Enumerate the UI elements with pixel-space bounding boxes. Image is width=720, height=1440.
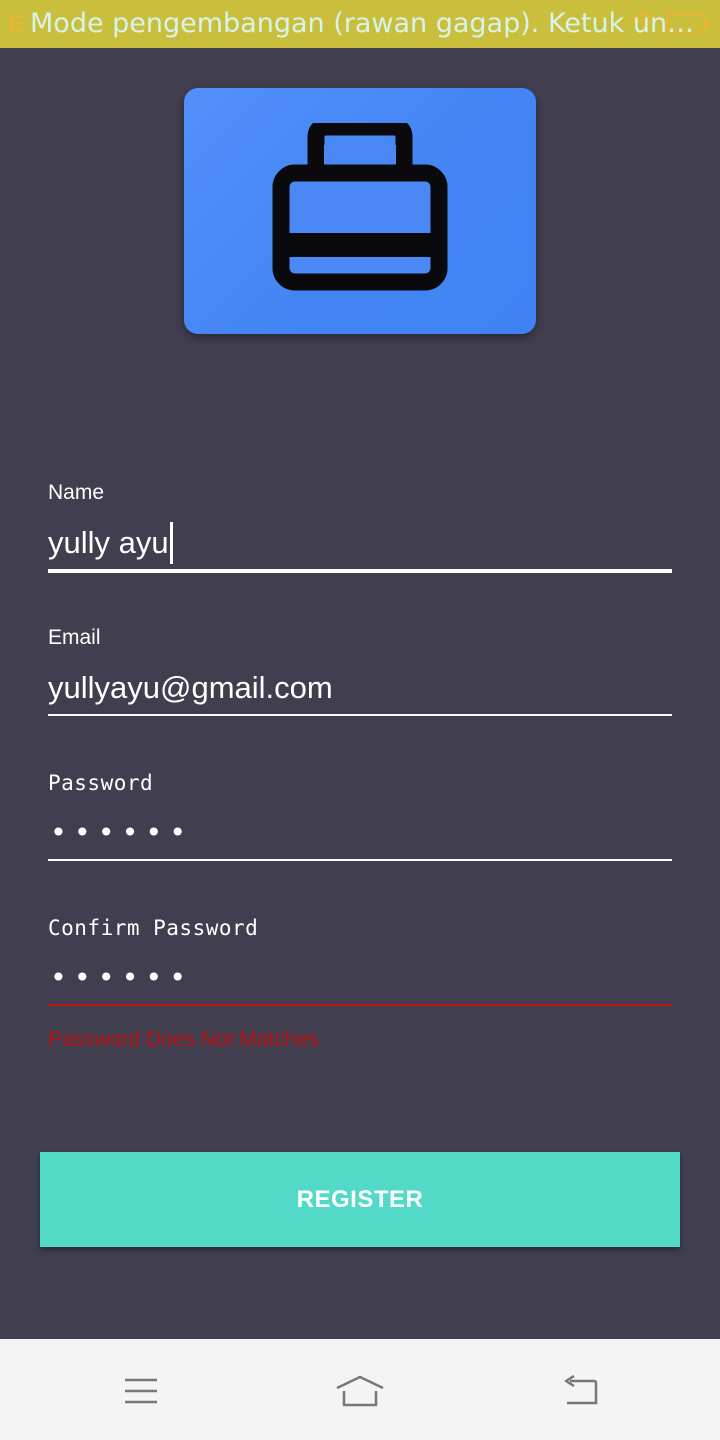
confirm-password-underline bbox=[48, 1004, 672, 1006]
menu-icon bbox=[125, 1378, 157, 1404]
briefcase-icon bbox=[272, 123, 448, 291]
back-icon bbox=[564, 1375, 598, 1405]
register-button[interactable]: REGISTER bbox=[40, 1152, 680, 1247]
register-screen: E Mode pengembangan (rawan gagap). Ketuk… bbox=[0, 0, 720, 1440]
name-underline bbox=[48, 569, 672, 573]
name-label: Name bbox=[48, 481, 105, 504]
home-icon bbox=[336, 1375, 384, 1407]
name-field-group: Name yully ayu bbox=[48, 481, 672, 573]
name-input[interactable]: yully ayu bbox=[48, 522, 672, 564]
email-input-value: yullyayu@gmail.com bbox=[48, 670, 333, 705]
confirm-password-field-group: Confirm Password •••••• Password Does No… bbox=[48, 916, 672, 1052]
carrier-label: E bbox=[8, 10, 25, 37]
email-field-group: Email yullyayu@gmail.com bbox=[48, 626, 672, 716]
home-button[interactable] bbox=[330, 1369, 390, 1413]
back-button[interactable] bbox=[550, 1369, 610, 1413]
password-error-message: Password Does Not Matches bbox=[48, 1028, 319, 1051]
navigation-bar bbox=[0, 1339, 720, 1440]
menu-button[interactable] bbox=[111, 1369, 171, 1413]
name-input-value: yully ayu bbox=[48, 525, 169, 560]
email-input[interactable]: yullyayu@gmail.com bbox=[48, 668, 672, 708]
password-input-value: •••••• bbox=[50, 816, 194, 849]
password-underline bbox=[48, 859, 672, 861]
confirm-password-input[interactable]: •••••• bbox=[48, 958, 672, 998]
password-input[interactable]: •••••• bbox=[48, 813, 672, 853]
confirm-password-label: Confirm Password bbox=[48, 916, 259, 940]
email-underline bbox=[48, 714, 672, 716]
status-bar: E Mode pengembangan (rawan gagap). Ketuk… bbox=[0, 0, 720, 48]
confirm-password-input-value: •••••• bbox=[50, 961, 194, 994]
dev-mode-banner[interactable]: Mode pengembangan (rawan gagap). Ketuk u… bbox=[30, 6, 700, 42]
password-field-group: Password •••••• bbox=[48, 771, 672, 861]
password-label: Password bbox=[48, 771, 154, 795]
email-label: Email bbox=[48, 626, 101, 649]
app-logo bbox=[184, 88, 536, 334]
text-cursor bbox=[169, 522, 173, 564]
